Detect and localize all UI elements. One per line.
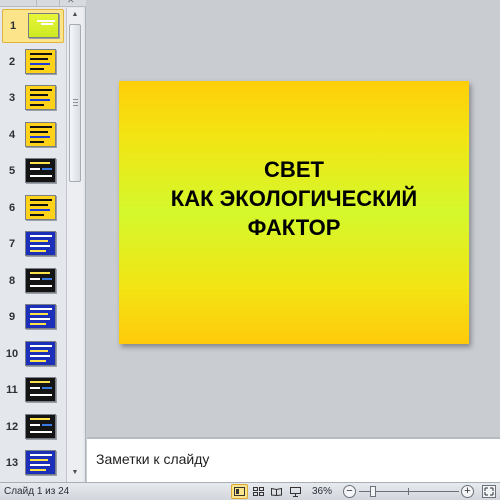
zoom-out-button[interactable]: − xyxy=(343,485,356,498)
reading-view-icon xyxy=(271,487,282,496)
zoom-slider-thumb[interactable] xyxy=(370,486,377,497)
slideshow-button[interactable] xyxy=(287,484,304,499)
slide-thumbnail-item[interactable]: 12 xyxy=(0,411,66,445)
slide-title-line: ФАКТОР xyxy=(247,215,341,240)
panel-tab[interactable] xyxy=(36,0,60,6)
slide-thumbnail-item[interactable]: 5 xyxy=(0,155,66,189)
slide-thumbnail[interactable] xyxy=(25,194,56,220)
slide-thumbnail[interactable] xyxy=(28,13,59,38)
slide-number: 6 xyxy=(8,201,16,214)
slide-thumbnail-item[interactable]: 9 xyxy=(0,301,66,335)
slideshow-icon xyxy=(290,486,301,497)
slide-thumbnail[interactable] xyxy=(25,340,56,366)
slide-title-line: СВЕТ xyxy=(264,157,324,182)
slide-thumbnail-item[interactable]: 8 xyxy=(0,265,66,299)
slide-thumbnail-item[interactable]: 10 xyxy=(0,338,66,372)
slide-number: 9 xyxy=(8,311,16,323)
slide-counter: Слайд 1 из 24 xyxy=(4,486,70,497)
slide-thumbnail-item[interactable]: 6 xyxy=(0,192,66,226)
slide-number: 12 xyxy=(5,420,19,433)
slide-thumbnail[interactable] xyxy=(25,48,56,74)
vertical-scrollbar[interactable]: ▲ ▼ xyxy=(66,8,83,482)
slide-sorter-icon xyxy=(253,487,264,496)
slide-number: 7 xyxy=(8,238,16,250)
zoom-in-button[interactable]: + xyxy=(461,485,474,498)
scroll-up-icon[interactable]: ▲ xyxy=(67,8,83,22)
slide-thumbnail-item[interactable]: 13 xyxy=(0,447,66,481)
slide-thumbnail[interactable] xyxy=(25,231,56,256)
slide-thumbnail-item[interactable]: 1 xyxy=(2,9,64,43)
status-bar: Слайд 1 из 24 36% − + xyxy=(0,482,500,500)
slide-thumbnail[interactable] xyxy=(25,267,56,293)
slide-thumbnail-item[interactable]: 4 xyxy=(0,119,66,153)
close-panel-icon[interactable]: ✕ xyxy=(67,0,75,6)
slide-title[interactable]: СВЕТ КАК ЭКОЛОГИЧЕСКИЙ ФАКТОР xyxy=(119,155,469,242)
slide-thumbnail[interactable] xyxy=(25,413,56,439)
normal-view-button[interactable] xyxy=(231,484,248,499)
slide-thumbnail[interactable] xyxy=(25,304,56,329)
thumbnail-list: 1 2 3 4 5 6 7 8 9 10 11 12 13 xyxy=(0,8,66,482)
slide-title-line: КАК ЭКОЛОГИЧЕСКИЙ xyxy=(170,186,418,211)
current-slide[interactable]: СВЕТ КАК ЭКОЛОГИЧЕСКИЙ ФАКТОР xyxy=(119,81,469,344)
slide-thumbnail-item[interactable]: 3 xyxy=(0,82,66,116)
slide-thumbnail[interactable] xyxy=(25,121,56,147)
slide-thumbnail-item[interactable]: 2 xyxy=(0,46,66,80)
zoom-slider-center-mark xyxy=(408,488,409,495)
slide-number: 3 xyxy=(8,92,16,104)
slide-thumbnail-item[interactable]: 11 xyxy=(0,374,66,408)
scroll-down-icon[interactable]: ▼ xyxy=(67,466,83,480)
normal-view-icon xyxy=(234,487,245,496)
reading-view-button[interactable] xyxy=(268,484,285,499)
slide-thumbnail-item[interactable]: 7 xyxy=(0,228,66,262)
slides-panel: ✕ 1 2 3 4 5 6 7 8 9 10 11 12 13 ▲ ▼ xyxy=(0,0,86,482)
slide-number: 8 xyxy=(8,274,16,287)
slide-number: 13 xyxy=(5,457,19,469)
slide-thumbnail[interactable] xyxy=(25,450,56,475)
slide-thumbnail[interactable] xyxy=(25,377,56,402)
slide-number: 1 xyxy=(9,20,17,32)
slide-number: 5 xyxy=(8,165,16,177)
slide-number: 11 xyxy=(6,384,18,396)
panel-tabs: ✕ xyxy=(0,0,86,7)
notes-pane[interactable]: Заметки к слайду xyxy=(87,437,500,482)
slide-number: 10 xyxy=(5,347,19,360)
fit-to-window-icon[interactable] xyxy=(482,485,496,498)
slide-thumbnail[interactable] xyxy=(25,85,56,110)
slide-canvas-area: СВЕТ КАК ЭКОЛОГИЧЕСКИЙ ФАКТОР xyxy=(87,0,500,436)
scrollbar-thumb[interactable] xyxy=(69,24,81,182)
slide-number: 2 xyxy=(8,55,16,68)
slide-thumbnail[interactable] xyxy=(25,158,56,183)
slide-sorter-button[interactable] xyxy=(250,484,267,499)
slide-number: 4 xyxy=(8,128,16,141)
zoom-level[interactable]: 36% xyxy=(312,486,332,497)
notes-placeholder: Заметки к слайду xyxy=(96,451,210,467)
